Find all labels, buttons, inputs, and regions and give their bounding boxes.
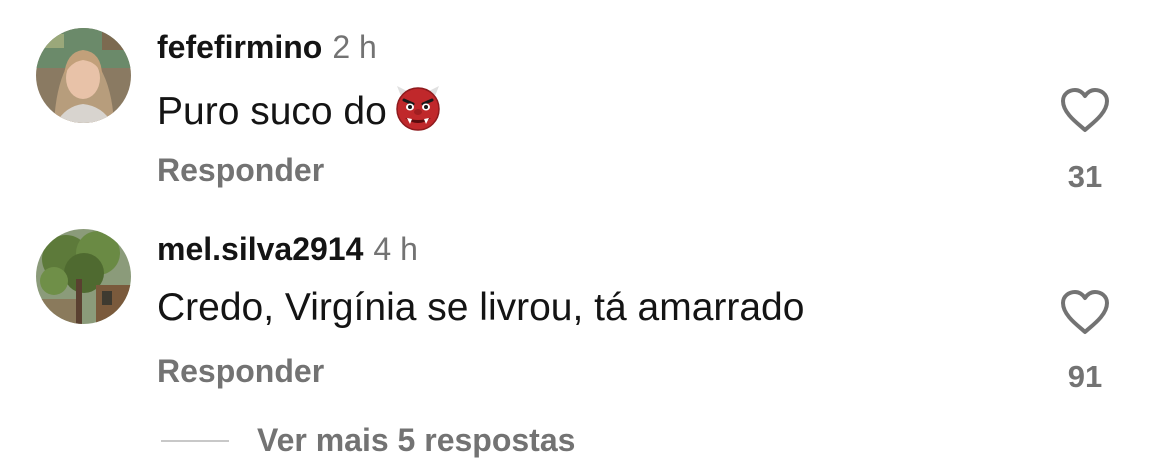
- comment-item: mel.silva2914 4 h Credo, Virgínia se livr…: [0, 200, 1169, 410]
- heart-outline-icon: [1059, 290, 1111, 339]
- comment-meta: mel.silva2914 4 h: [157, 229, 418, 269]
- reply-button[interactable]: Responder: [157, 150, 324, 190]
- comment-meta: fefefirmino 2 h: [157, 27, 377, 67]
- comment-text: Credo, Virgínia se livrou, tá amarrado: [157, 286, 805, 329]
- comment-item: fefefirmino 2 h Puro suco do Responder 3…: [0, 0, 1169, 200]
- timestamp: 2 h: [332, 29, 377, 65]
- heart-outline-icon: [1059, 88, 1111, 137]
- avatar[interactable]: [36, 28, 131, 123]
- like-count: 91: [1067, 359, 1103, 394]
- replies-divider: [161, 440, 229, 442]
- avatar[interactable]: [36, 229, 131, 324]
- like-button[interactable]: [1059, 87, 1111, 133]
- comment-text: Puro suco do: [157, 82, 443, 144]
- timestamp: 4 h: [373, 231, 418, 267]
- like-button[interactable]: [1059, 289, 1111, 335]
- reply-button[interactable]: Responder: [157, 351, 324, 391]
- ogre-emoji-icon: [393, 82, 443, 144]
- username[interactable]: mel.silva2914: [157, 231, 363, 267]
- username[interactable]: fefefirmino: [157, 29, 322, 65]
- view-more-replies-button[interactable]: Ver mais 5 respostas: [257, 420, 575, 460]
- comment-text-content: Puro suco do: [157, 90, 387, 133]
- like-count: 31: [1067, 159, 1103, 194]
